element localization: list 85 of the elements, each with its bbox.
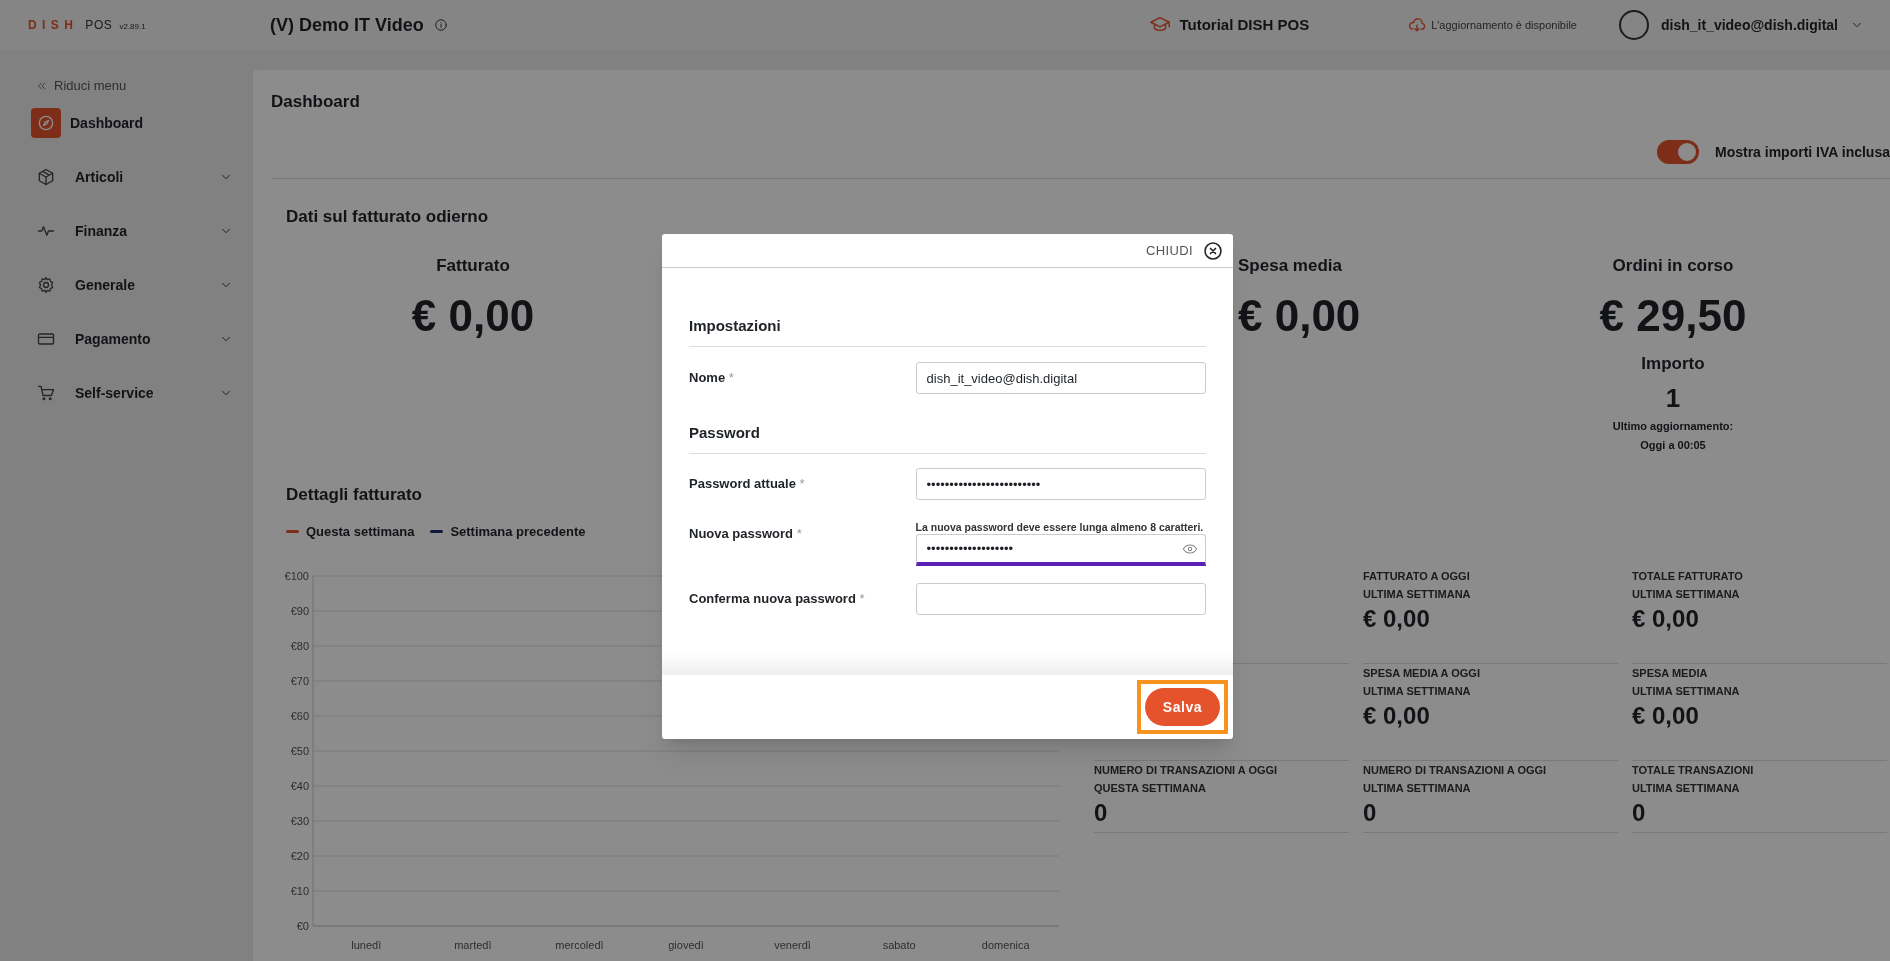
stat-label: NUMERO DI TRANSAZIONI A OGGI QUESTA SETTIMANA: [1094, 762, 1279, 796]
page-title: Dashboard: [271, 91, 361, 113]
axis-label: €10: [290, 885, 309, 897]
eye-icon[interactable]: [1182, 541, 1198, 557]
axis-label: €100: [284, 570, 309, 582]
sidebar-item[interactable]: Generale: [0, 258, 253, 312]
update-time: Oggi a 00:05: [1640, 438, 1706, 453]
sidebar-item[interactable]: Pagamento: [0, 312, 253, 366]
brand-logo: DISH: [28, 17, 79, 34]
input-field[interactable]: dish_it_video@dish.digital: [915, 362, 1206, 394]
stat-label: FATTURATO A OGGI ULTIMA SETTIMANA: [1363, 568, 1472, 602]
axis-label: €90: [290, 605, 309, 617]
field-label: Nome *: [689, 369, 735, 388]
axis-label: sabato: [882, 939, 916, 951]
axis-label: €20: [290, 850, 309, 862]
sidebar-item[interactable]: Dashboard: [0, 96, 253, 150]
info-icon: [433, 18, 448, 32]
field-label: Password attuale *: [689, 475, 806, 494]
cart-icon: [36, 383, 56, 403]
input-field[interactable]: •••••••••••••••••••••••••: [915, 468, 1206, 500]
section-heading: Password: [689, 423, 1206, 454]
stat-value: 0: [1363, 797, 1378, 828]
legend-label: Settimana precedente: [450, 522, 586, 541]
stat-value: € 0,00: [1363, 603, 1431, 634]
stat-label: Fatturato: [436, 255, 510, 277]
section-title: Dettagli fatturato: [286, 483, 422, 506]
stat-value: € 0,00: [1632, 700, 1700, 731]
stat-value: 0: [1632, 797, 1647, 828]
axis-label: lunedì: [351, 939, 382, 951]
axis-label: €80: [290, 640, 309, 652]
stat-label: TOTALE TRANSAZIONI ULTIMA SETTIMANA: [1632, 762, 1755, 796]
product-name: POS: [85, 17, 113, 34]
axis-label: domenica: [981, 939, 1030, 951]
stat-label: SPESA MEDIA A OGGI ULTIMA SETTIMANA: [1363, 665, 1481, 699]
user-menu[interactable]: dish_it_video@dish.digital: [1619, 10, 1864, 40]
sidebar-item[interactable]: Articoli: [0, 150, 253, 204]
stat-value: € 29,50: [1599, 291, 1747, 341]
tutorial-link[interactable]: Tutorial DISH POS: [1149, 13, 1310, 37]
axis-label: €70: [290, 675, 309, 687]
stat-value: € 0,00: [1238, 291, 1361, 341]
update-notice-link[interactable]: L'aggiornamento è disponibile: [1407, 15, 1577, 35]
input-field[interactable]: [915, 583, 1206, 615]
stat-label: Importo: [1641, 353, 1705, 375]
sidebar-item[interactable]: Finanza: [0, 204, 253, 258]
section-title: Dati sul fatturato odierno: [286, 206, 490, 228]
axis-label: venerdì: [774, 939, 811, 951]
compass-icon: [31, 108, 61, 138]
field-label: Nuova password *: [689, 525, 803, 543]
legend-label: Questa settimana: [306, 522, 415, 541]
axis-label: €40: [290, 780, 309, 792]
cube-icon: [36, 167, 56, 187]
axis-label: €30: [290, 815, 309, 827]
password-field[interactable]: •••••••••••••••••••: [915, 534, 1206, 566]
stat-label: NUMERO DI TRANSAZIONI A OGGI ULTIMA SETTIMANA: [1363, 762, 1548, 796]
stat-label: Ordini in corso: [1612, 255, 1734, 277]
collapse-menu-link[interactable]: Riduci menu: [36, 76, 253, 96]
update-label: Ultimo aggiornamento:: [1612, 419, 1734, 434]
axis-label: martedì: [454, 939, 492, 951]
axis-label: €50: [290, 745, 309, 757]
stat-value: 0: [1094, 797, 1109, 828]
stat-label: SPESA MEDIA ULTIMA SETTIMANA: [1632, 665, 1741, 699]
close-button[interactable]: CHIUDI: [1145, 240, 1223, 261]
stat-value: € 0,00: [411, 291, 535, 341]
stat-label: TOTALE FATTURATO ULTIMA SETTIMANA: [1632, 568, 1744, 602]
version-label: v2.89.1: [119, 21, 146, 33]
stat-label: Spesa media: [1238, 255, 1342, 277]
venue-name: (V) Demo IT Video: [270, 13, 424, 37]
stat-value: € 0,00: [1632, 603, 1700, 634]
avatar-icon: [1619, 10, 1649, 40]
double-chevron-left-icon: [36, 80, 48, 92]
axis-label: mercoledì: [555, 939, 604, 951]
stat-value: € 0,00: [1363, 700, 1431, 731]
section-heading: Impostazioni: [689, 316, 1206, 347]
hint-text: La nuova password deve essere lunga almeno 8 caratteri.: [915, 520, 1205, 534]
stat-value: 1: [1665, 383, 1681, 413]
toggle-label: Mostra importi IVA inclusa: [1714, 142, 1890, 162]
gear-icon: [36, 275, 56, 295]
axis-label: giovedì: [668, 939, 704, 951]
sidebar-item[interactable]: Self-service: [0, 366, 253, 420]
axis-label: €60: [290, 710, 309, 722]
vat-toggle[interactable]: [1656, 140, 1699, 164]
save-button[interactable]: Salva: [1145, 688, 1220, 726]
axis-label: €0: [296, 920, 309, 932]
field-label: Conferma nuova password *: [689, 590, 866, 609]
close-icon: [1203, 240, 1223, 261]
